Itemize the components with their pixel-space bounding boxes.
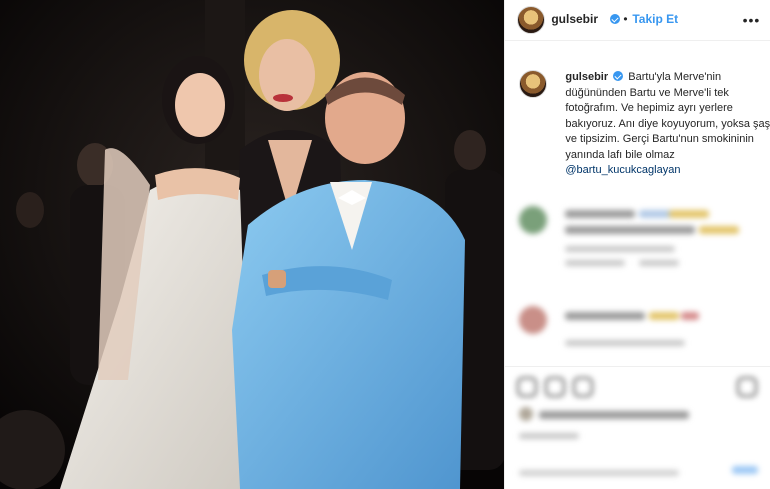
comment-avatar <box>519 306 548 334</box>
verified-badge-icon <box>610 14 621 24</box>
wedding-photo-illustration <box>0 0 505 489</box>
comment-item <box>519 306 769 356</box>
caption-verified-badge-icon <box>613 71 624 81</box>
profile-avatar[interactable] <box>517 6 546 34</box>
save-icon[interactable] <box>737 377 758 397</box>
follow-button[interactable]: Takip Et <box>632 12 678 26</box>
add-comment-input[interactable] <box>519 470 680 476</box>
caption-text-block: gulsebir Bartu'yla Merve'nin düğününden … <box>565 70 770 179</box>
post-sidebar: gulsebir • Takip Et ••• gulsebir Bartu'y… <box>504 0 770 489</box>
comment-icon[interactable] <box>545 377 566 397</box>
caption-username[interactable]: gulsebir <box>565 71 608 83</box>
like-icon[interactable] <box>517 377 538 397</box>
header-username[interactable]: gulsebir <box>551 12 598 26</box>
comment-item <box>519 206 769 256</box>
comment-avatar <box>519 206 548 234</box>
actions-blurred <box>505 367 770 477</box>
caption-mention-link[interactable]: @bartu_kucukcaglayan <box>565 164 680 176</box>
post-header: gulsebir • Takip Et ••• <box>505 0 770 41</box>
share-icon[interactable] <box>573 377 594 397</box>
instagram-post: gulsebir • Takip Et ••• gulsebir Bartu'y… <box>0 0 770 489</box>
caption-avatar[interactable] <box>519 70 548 98</box>
more-options-icon[interactable]: ••• <box>743 12 761 28</box>
post-comment-button[interactable] <box>732 466 758 474</box>
post-photo[interactable] <box>0 0 505 489</box>
post-actions-area <box>505 366 770 477</box>
caption-body: Bartu'yla Merve'nin düğününden Bartu ve … <box>565 71 770 161</box>
separator-dot: • <box>623 12 628 26</box>
comment-meta-row <box>519 254 769 304</box>
